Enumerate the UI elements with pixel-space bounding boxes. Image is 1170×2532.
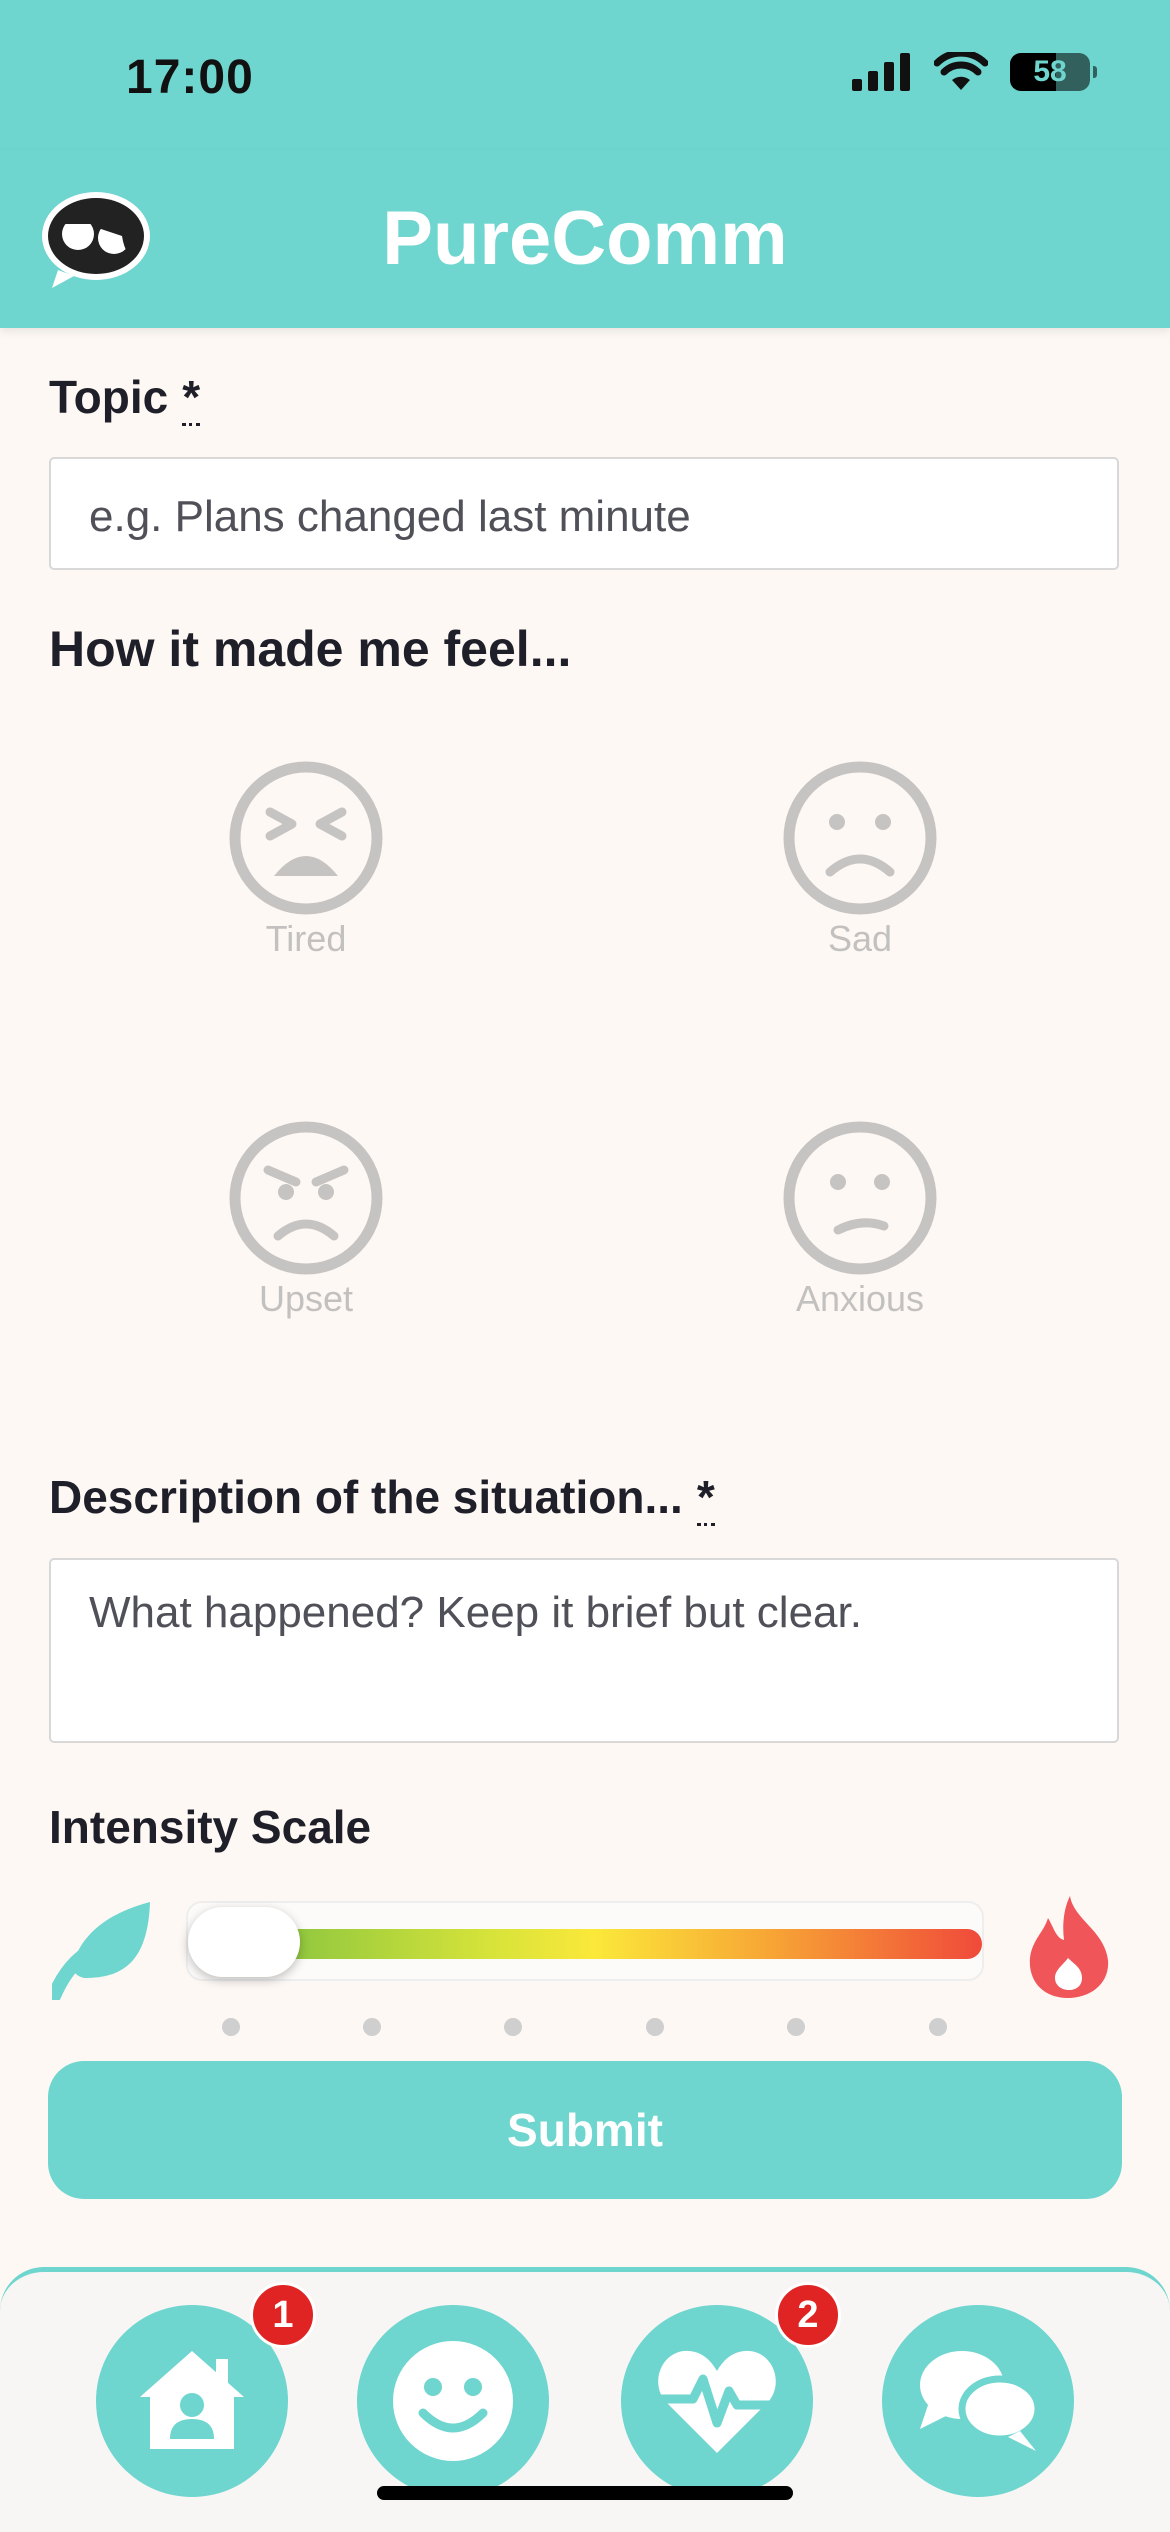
description-placeholder: What happened? Keep it brief but clear. bbox=[89, 1588, 862, 1637]
health-badge: 2 bbox=[775, 2282, 841, 2348]
intensity-label: Intensity Scale bbox=[49, 1801, 372, 1853]
intensity-tick[interactable] bbox=[929, 2018, 947, 2036]
home-icon bbox=[140, 2351, 244, 2449]
intensity-tick[interactable] bbox=[787, 2018, 805, 2036]
home-indicator bbox=[377, 2486, 793, 2500]
tired-face-icon bbox=[229, 761, 383, 915]
anxious-face-icon bbox=[783, 1121, 937, 1275]
status-icons: 58 bbox=[852, 52, 1097, 92]
topic-label-text: Topic bbox=[49, 371, 169, 423]
intensity-tick[interactable] bbox=[363, 2018, 381, 2036]
smiley-icon bbox=[393, 2341, 513, 2461]
mood-option-sad[interactable]: Sad bbox=[730, 760, 990, 960]
intensity-tick[interactable] bbox=[504, 2018, 522, 2036]
intensity-tick[interactable] bbox=[222, 2018, 240, 2036]
feelings-label: How it made me feel... bbox=[49, 621, 572, 677]
intensity-slider[interactable] bbox=[186, 1901, 984, 1981]
intensity-gradient bbox=[278, 1929, 982, 1959]
mood-label: Tired bbox=[265, 918, 347, 959]
mood-option-anxious[interactable]: Anxious bbox=[730, 1120, 990, 1320]
app-title: PureComm bbox=[382, 196, 788, 281]
status-time: 17:00 bbox=[126, 51, 254, 104]
mood-label: Sad bbox=[827, 918, 893, 959]
mood-label: Upset bbox=[258, 1278, 354, 1319]
leaf-icon bbox=[52, 1902, 150, 2000]
topic-placeholder: e.g. Plans changed last minute bbox=[89, 492, 691, 541]
heart-pulse-icon bbox=[656, 2350, 778, 2453]
intensity-tick[interactable] bbox=[646, 2018, 664, 2036]
nav-chat-button[interactable] bbox=[882, 2305, 1074, 2497]
sad-face-icon bbox=[783, 761, 937, 915]
wifi-icon bbox=[934, 52, 988, 90]
mood-option-tired[interactable]: Tired bbox=[176, 760, 436, 960]
description-label: Description of the situation... * bbox=[49, 1470, 715, 1526]
topic-input[interactable]: e.g. Plans changed last minute bbox=[49, 457, 1119, 570]
fire-icon bbox=[1029, 1896, 1109, 1998]
battery-icon: 58 bbox=[1010, 53, 1097, 91]
battery-level: 58 bbox=[1033, 55, 1067, 88]
intensity-slider-thumb[interactable] bbox=[188, 1907, 300, 1977]
angry-face-icon bbox=[229, 1121, 383, 1275]
description-label-text: Description of the situation... bbox=[49, 1471, 683, 1523]
submit-button[interactable]: Submit bbox=[48, 2061, 1122, 2199]
topic-label: Topic * bbox=[49, 370, 201, 426]
chat-bubbles-icon bbox=[920, 2351, 1040, 2451]
nav-mood-button[interactable] bbox=[357, 2305, 549, 2497]
home-badge: 1 bbox=[250, 2282, 316, 2348]
required-mark: * bbox=[696, 1471, 715, 1526]
description-textarea[interactable]: What happened? Keep it brief but clear. bbox=[49, 1558, 1119, 1743]
status-bar: 17:00 58 bbox=[0, 0, 1170, 150]
mood-option-upset[interactable]: Upset bbox=[176, 1120, 436, 1320]
required-mark: * bbox=[182, 371, 201, 426]
app-header: PureComm bbox=[0, 150, 1170, 328]
mood-label: Anxious bbox=[795, 1278, 925, 1319]
signal-icon bbox=[852, 53, 910, 91]
